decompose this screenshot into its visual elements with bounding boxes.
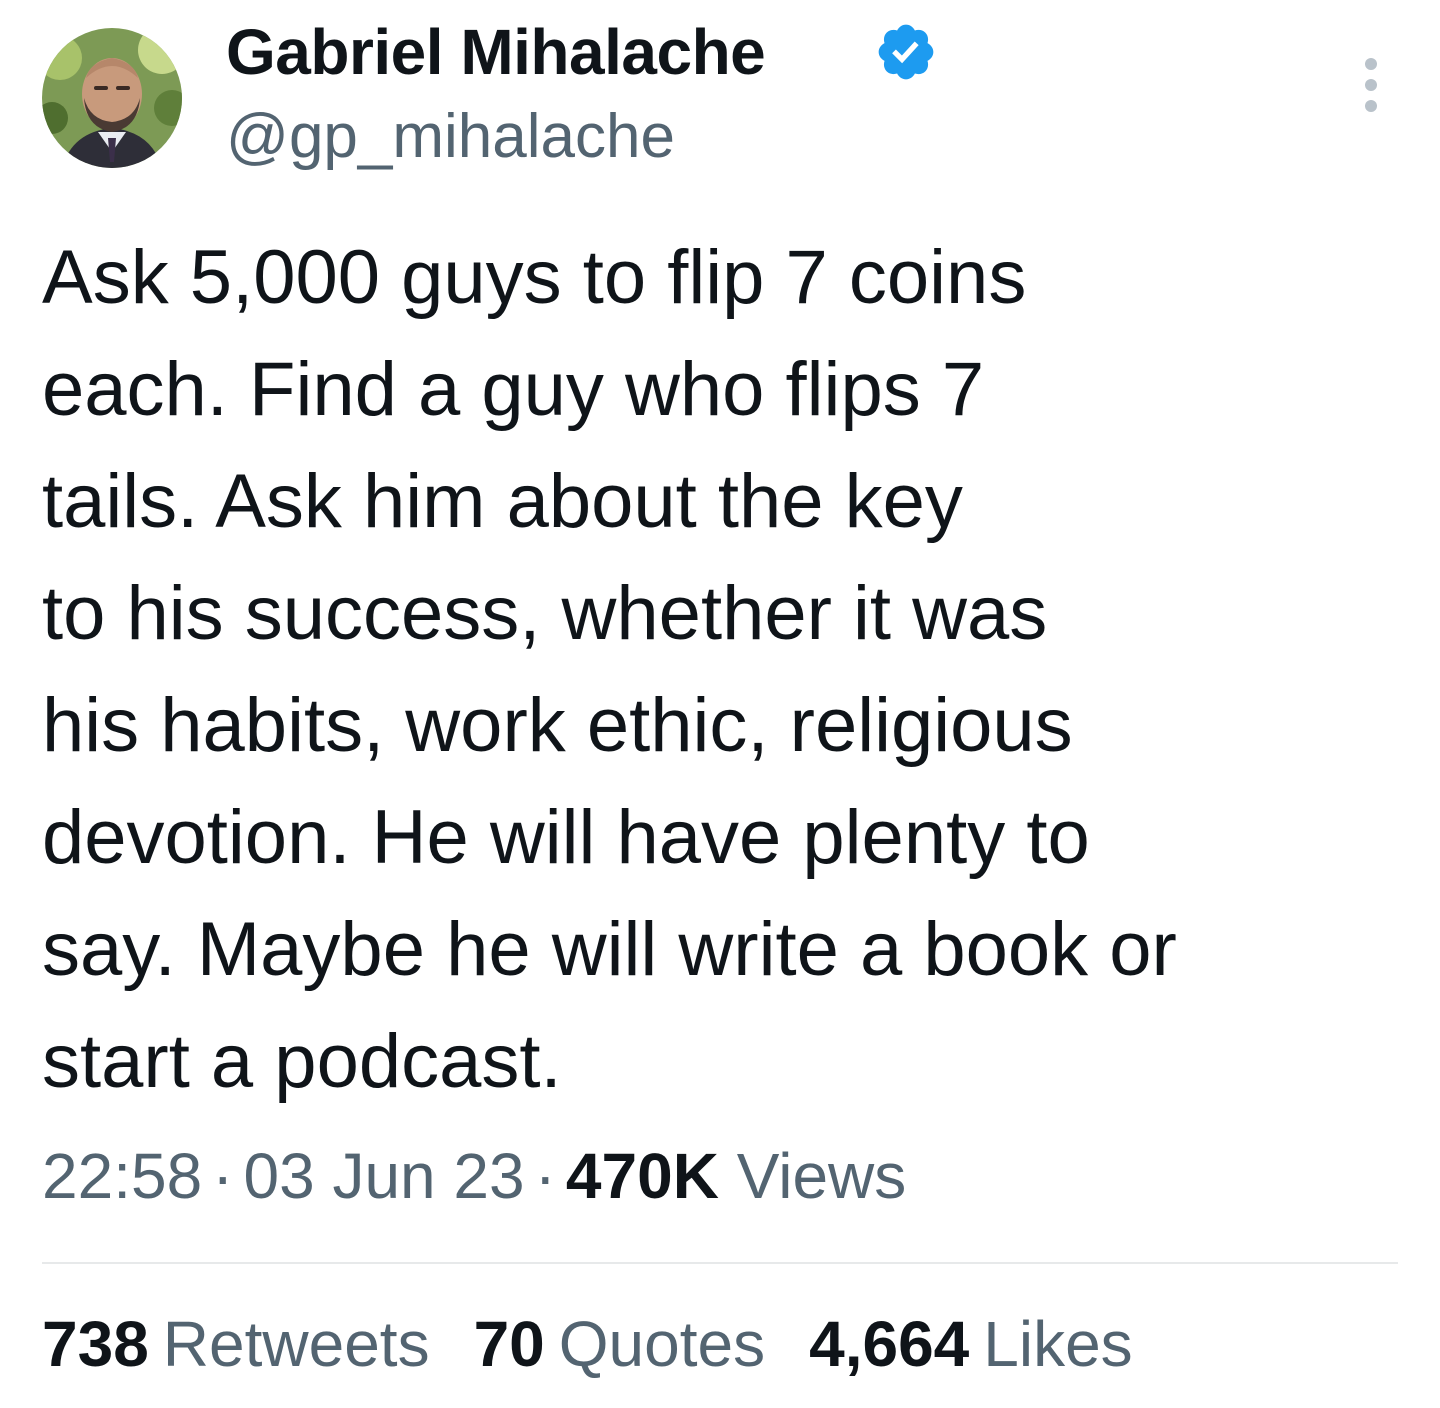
tweet-line: each. Find a guy who flips 7: [42, 347, 985, 432]
tweet-date[interactable]: 03 Jun 23: [243, 1140, 524, 1212]
avatar[interactable]: [42, 28, 182, 168]
more-dot: [1365, 100, 1377, 112]
retweets-label: Retweets: [162, 1308, 430, 1380]
engagement-stats: 738 Retweets 70 Quotes 4,664 Likes: [42, 1304, 1177, 1384]
more-dot: [1365, 58, 1377, 70]
quotes-stat[interactable]: 70 Quotes: [474, 1304, 766, 1384]
tweet-line: start a podcast.: [42, 1019, 562, 1104]
tweet-line: tails. Ask him about the key: [42, 459, 963, 544]
tweet-text: Ask 5,000 guys to flip 7 coins each. Fin…: [42, 222, 1392, 1118]
more-dot: [1365, 79, 1377, 91]
views-count: 470K: [565, 1140, 719, 1212]
likes-label: Likes: [983, 1308, 1133, 1380]
tweet-line: to his success, whether it was: [42, 571, 1048, 656]
meta-separator: ·: [212, 1140, 234, 1212]
tweet-time[interactable]: 22:58: [42, 1140, 202, 1212]
retweets-stat[interactable]: 738 Retweets: [42, 1304, 430, 1384]
tweet-line: Ask 5,000 guys to flip 7 coins: [42, 235, 1027, 320]
views-label: Views: [736, 1140, 907, 1212]
tweet-meta: 22:58 · 03 Jun 23 · 470K Views: [42, 1136, 906, 1216]
quotes-label: Quotes: [558, 1308, 766, 1380]
tweet-line: devotion. He will have plenty to: [42, 795, 1090, 880]
meta-separator: ·: [534, 1140, 556, 1212]
likes-stat[interactable]: 4,664 Likes: [809, 1304, 1133, 1384]
likes-count: 4,664: [809, 1308, 970, 1380]
tweet-line: his habits, work ethic, religious: [42, 683, 1073, 768]
divider: [42, 1262, 1398, 1264]
verified-badge-icon: [874, 20, 938, 84]
quotes-count: 70: [473, 1308, 545, 1380]
tweet-line: say. Maybe he will write a book or: [42, 907, 1177, 992]
author-handle[interactable]: @gp_mihalache: [226, 100, 675, 174]
retweets-count: 738: [42, 1308, 149, 1380]
more-options-vertical-icon[interactable]: [1346, 58, 1396, 112]
display-name[interactable]: Gabriel Mihalache: [226, 14, 766, 90]
